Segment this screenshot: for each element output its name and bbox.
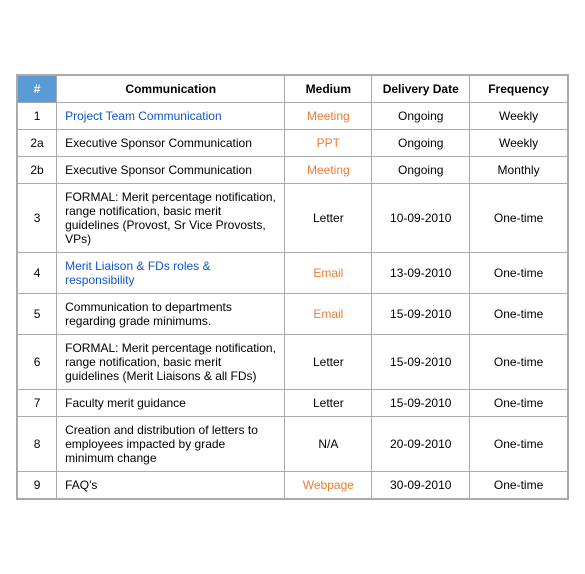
row-medium: Letter: [285, 390, 372, 417]
row-frequency: Weekly: [470, 103, 568, 130]
row-communication: Communication to departments regarding g…: [57, 294, 285, 335]
row-number: 2b: [18, 157, 57, 184]
row-number: 1: [18, 103, 57, 130]
row-delivery-date: 15-09-2010: [372, 294, 470, 335]
header-communication: Communication: [57, 76, 285, 103]
row-communication[interactable]: Merit Liaison & FDs roles & responsibili…: [57, 253, 285, 294]
row-medium: PPT: [285, 130, 372, 157]
row-frequency: Weekly: [470, 130, 568, 157]
table-row: 7Faculty merit guidanceLetter15-09-2010O…: [18, 390, 568, 417]
row-number: 3: [18, 184, 57, 253]
table-header-row: # Communication Medium Delivery Date Fre…: [18, 76, 568, 103]
table-row: 2aExecutive Sponsor CommunicationPPTOngo…: [18, 130, 568, 157]
row-medium: Webpage: [285, 472, 372, 499]
header-medium: Medium: [285, 76, 372, 103]
row-number: 4: [18, 253, 57, 294]
table-row: 2bExecutive Sponsor CommunicationMeeting…: [18, 157, 568, 184]
row-frequency: One-time: [470, 335, 568, 390]
row-medium: Email: [285, 253, 372, 294]
row-delivery-date: 10-09-2010: [372, 184, 470, 253]
row-number: 7: [18, 390, 57, 417]
row-delivery-date: Ongoing: [372, 130, 470, 157]
row-communication: Executive Sponsor Communication: [57, 157, 285, 184]
table-row: 1 Project Team Communication MeetingOngoin…: [18, 103, 568, 130]
row-delivery-date: 30-09-2010: [372, 472, 470, 499]
row-number: 8: [18, 417, 57, 472]
row-communication: Executive Sponsor Communication: [57, 130, 285, 157]
row-number: 9: [18, 472, 57, 499]
row-number: 6: [18, 335, 57, 390]
communication-link[interactable]: Project Team Communication: [65, 109, 222, 123]
row-frequency: One-time: [470, 390, 568, 417]
row-communication: Creation and distribution of letters to …: [57, 417, 285, 472]
row-frequency: One-time: [470, 184, 568, 253]
row-medium: Meeting: [285, 103, 372, 130]
row-delivery-date: 15-09-2010: [372, 390, 470, 417]
row-delivery-date: 15-09-2010: [372, 335, 470, 390]
header-frequency: Frequency: [470, 76, 568, 103]
row-medium: Letter: [285, 184, 372, 253]
communication-table: # Communication Medium Delivery Date Fre…: [16, 74, 569, 500]
table-row: 4 Merit Liaison & FDs roles & responsibil…: [18, 253, 568, 294]
row-communication[interactable]: Project Team Communication: [57, 103, 285, 130]
header-delivery-date: Delivery Date: [372, 76, 470, 103]
row-medium: Letter: [285, 335, 372, 390]
row-number: 2a: [18, 130, 57, 157]
row-communication: FORMAL: Merit percentage notification, r…: [57, 184, 285, 253]
table-row: 5Communication to departments regarding …: [18, 294, 568, 335]
communication-link[interactable]: Merit Liaison & FDs roles & responsibili…: [65, 259, 210, 287]
row-number: 5: [18, 294, 57, 335]
row-medium: N/A: [285, 417, 372, 472]
row-frequency: One-time: [470, 472, 568, 499]
row-frequency: One-time: [470, 417, 568, 472]
table-row: 6FORMAL: Merit percentage notification, …: [18, 335, 568, 390]
row-medium: Meeting: [285, 157, 372, 184]
row-frequency: One-time: [470, 253, 568, 294]
row-frequency: Monthly: [470, 157, 568, 184]
row-frequency: One-time: [470, 294, 568, 335]
row-communication: Faculty merit guidance: [57, 390, 285, 417]
table-row: 3FORMAL: Merit percentage notification, …: [18, 184, 568, 253]
row-communication: FORMAL: Merit percentage notification, r…: [57, 335, 285, 390]
row-delivery-date: Ongoing: [372, 157, 470, 184]
row-communication: FAQ's: [57, 472, 285, 499]
table-row: 8Creation and distribution of letters to…: [18, 417, 568, 472]
row-delivery-date: Ongoing: [372, 103, 470, 130]
header-hash: #: [18, 76, 57, 103]
table-row: 9FAQ'sWebpage30-09-2010One-time: [18, 472, 568, 499]
row-delivery-date: 13-09-2010: [372, 253, 470, 294]
row-medium: Email: [285, 294, 372, 335]
row-delivery-date: 20-09-2010: [372, 417, 470, 472]
